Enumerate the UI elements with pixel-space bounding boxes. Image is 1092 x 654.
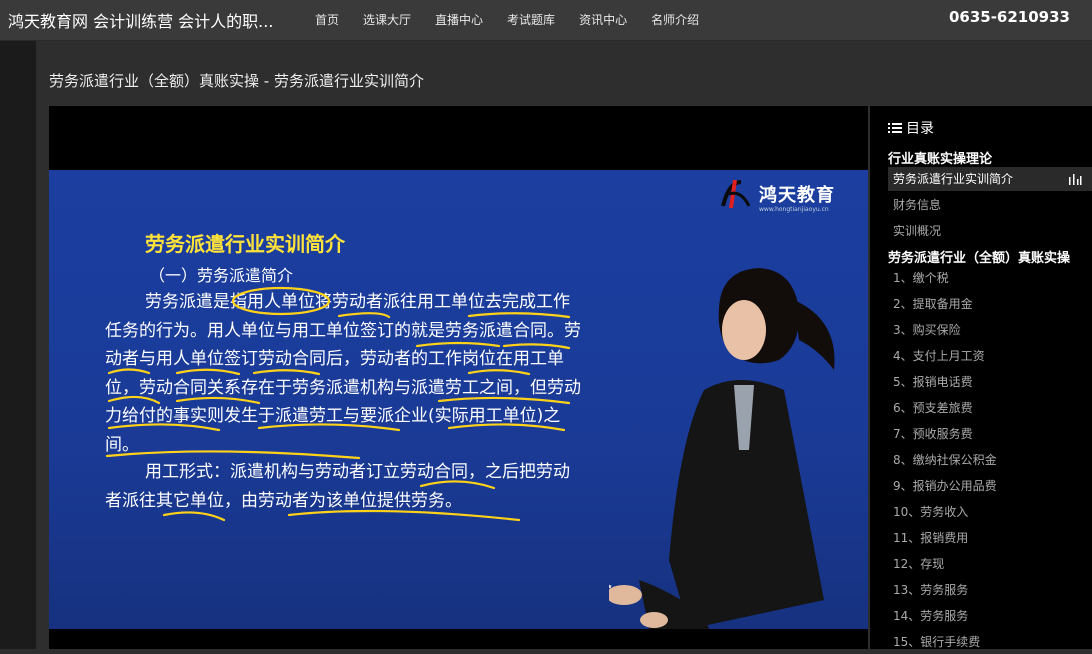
toc-item[interactable]: 13、劳务服务 xyxy=(888,578,1092,602)
toc-item[interactable]: 6、预支差旅费 xyxy=(888,396,1092,420)
toc-section-practice[interactable]: 劳务派遣行业（全额）真账实操 xyxy=(888,247,1070,266)
toc-item[interactable]: 2、提取备用金 xyxy=(888,292,1092,316)
site-title[interactable]: 鸿天教育网 会计训练营 会计人的职... xyxy=(8,8,273,32)
top-navigation-bar: 鸿天教育网 会计训练营 会计人的职... 首页 选课大厅 直播中心 考试题库 资… xyxy=(0,0,1092,41)
page-title: 劳务派遣行业（全额）真账实操 - 劳务派遣行业实训简介 xyxy=(49,72,424,90)
toc-item[interactable]: 15、银行手续费 xyxy=(888,630,1092,654)
toc-item[interactable]: 实训概况 xyxy=(888,219,1092,243)
nav-exam-bank[interactable]: 考试题库 xyxy=(507,11,555,28)
toc-item[interactable]: 9、报销办公用品费 xyxy=(888,474,1092,498)
toc-item[interactable]: 10、劳务收入 xyxy=(888,500,1092,524)
toc-header: 目录 xyxy=(888,118,934,138)
toc-item[interactable]: 财务信息 xyxy=(888,193,1092,217)
toc-item[interactable]: 7、预收服务费 xyxy=(888,422,1092,446)
presenter-figure xyxy=(609,268,835,629)
nav-live-center[interactable]: 直播中心 xyxy=(435,11,483,28)
nav-teachers[interactable]: 名师介绍 xyxy=(651,11,699,28)
toc-item-label: 劳务派遣行业实训简介 xyxy=(893,172,1014,186)
nav-news-center[interactable]: 资讯中心 xyxy=(579,11,627,28)
now-playing-icon xyxy=(1069,174,1082,185)
contact-phone: 0635-6210933 xyxy=(948,8,1070,26)
toc-item[interactable]: 14、劳务服务 xyxy=(888,604,1092,628)
list-icon xyxy=(888,123,902,133)
nav-home[interactable]: 首页 xyxy=(315,11,339,28)
lecture-slide: 鸿天教育 www.hongtianjiaoyu.cn 劳务派遣行业实训简介 （一… xyxy=(49,170,868,629)
toc-item[interactable]: 4、支付上月工资 xyxy=(888,344,1092,368)
video-player[interactable]: 鸿天教育 www.hongtianjiaoyu.cn 劳务派遣行业实训简介 （一… xyxy=(49,106,868,649)
left-side-strip xyxy=(0,41,36,649)
main-nav: 首页 选课大厅 直播中心 考试题库 资讯中心 名师介绍 xyxy=(315,11,723,28)
toc-section-theory[interactable]: 行业真账实操理论 xyxy=(888,148,992,167)
toc-item[interactable]: 1、缴个税 xyxy=(888,266,1092,290)
toc-item-active[interactable]: 劳务派遣行业实训简介 xyxy=(888,167,1092,191)
course-toc-sidebar: 目录 行业真账实操理论 劳务派遣行业实训简介 财务信息 实训概况 劳务派遣行业（… xyxy=(870,106,1092,649)
toc-item[interactable]: 12、存现 xyxy=(888,552,1092,576)
toc-item[interactable]: 3、购买保险 xyxy=(888,318,1092,342)
toc-item[interactable]: 8、缴纳社保公积金 xyxy=(888,448,1092,472)
toc-item[interactable]: 5、报销电话费 xyxy=(888,370,1092,394)
toc-item[interactable]: 11、报销费用 xyxy=(888,526,1092,550)
toc-header-label: 目录 xyxy=(906,121,934,137)
nav-course-hall[interactable]: 选课大厅 xyxy=(363,11,411,28)
